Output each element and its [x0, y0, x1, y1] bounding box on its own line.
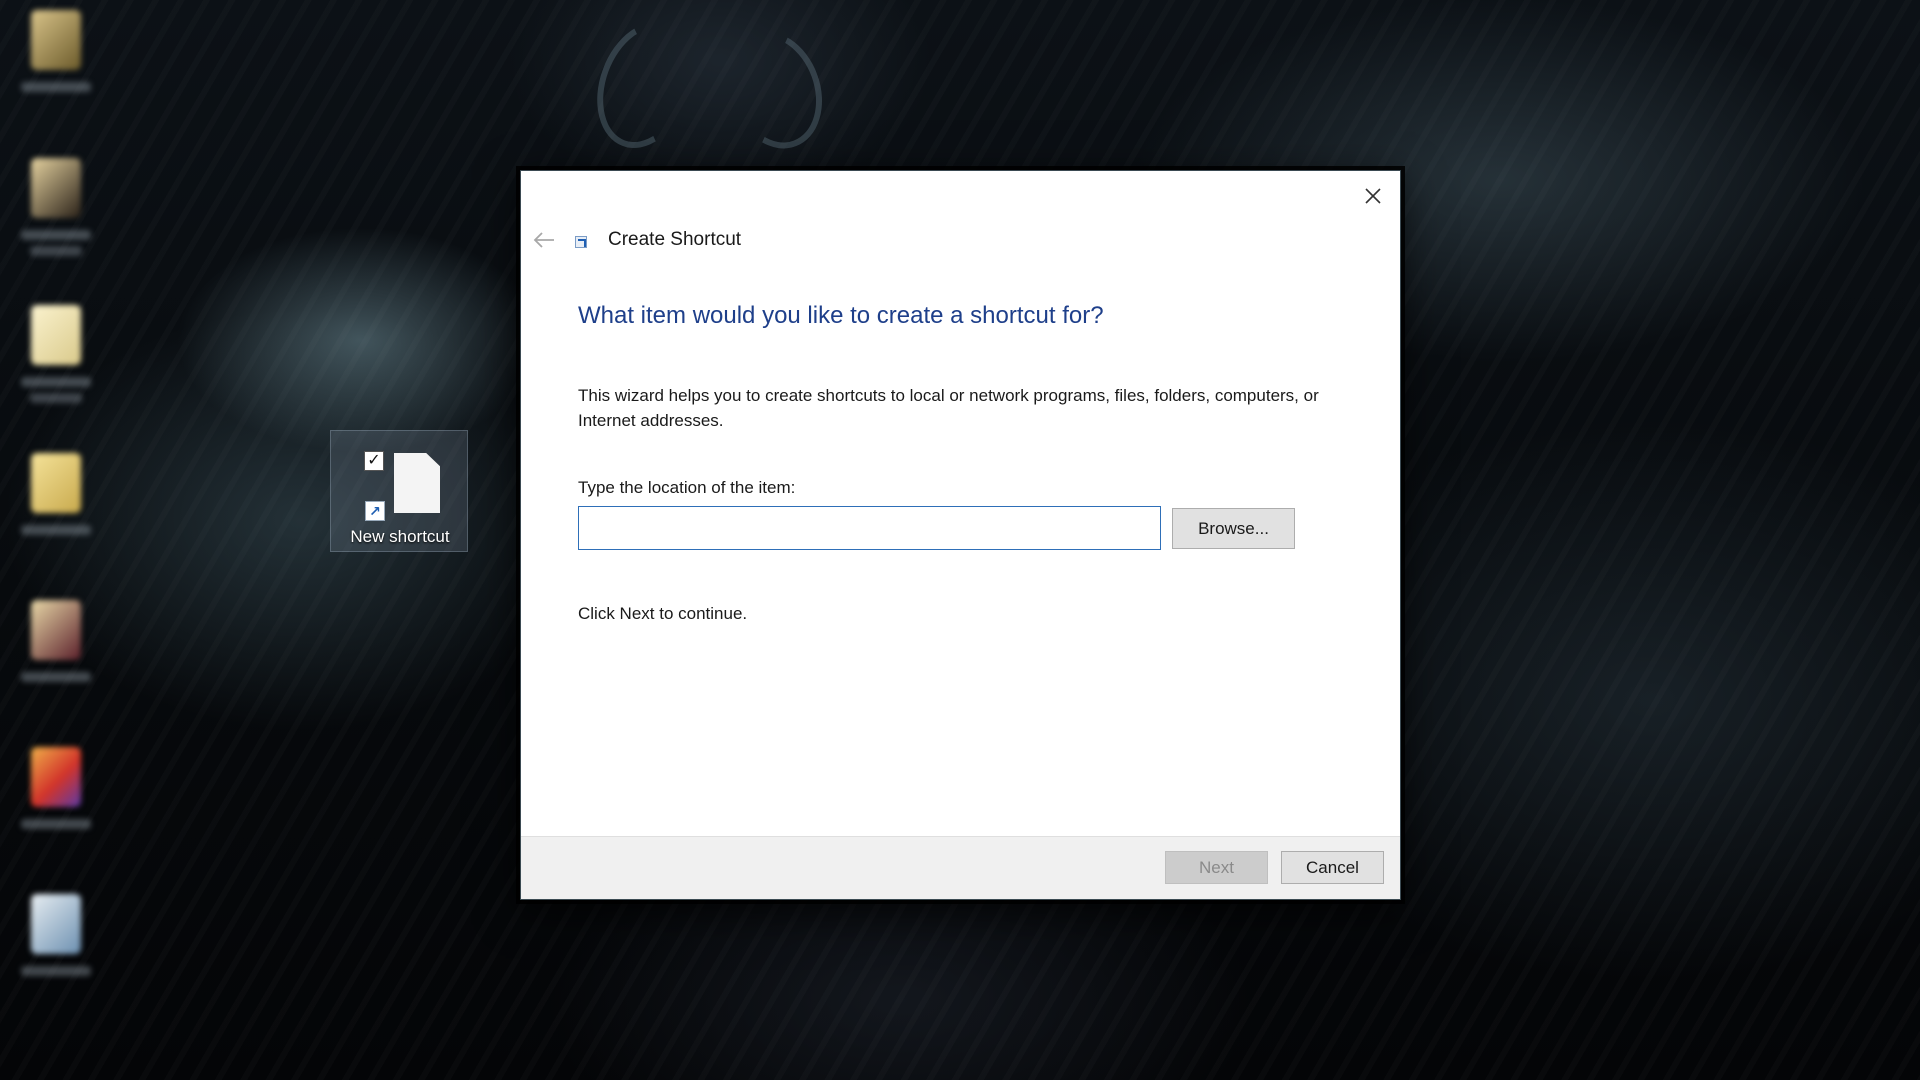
shortcut-icon	[575, 236, 587, 248]
close-button[interactable]	[1354, 179, 1392, 213]
file-icon	[31, 305, 81, 365]
recycle-bin-icon	[31, 894, 81, 954]
desktop-icon-blurred[interactable]	[10, 590, 102, 710]
icon-caption	[21, 230, 91, 240]
app-icon	[31, 600, 81, 660]
desktop-icon-new-shortcut[interactable]: ✓ ↗ New shortcut	[330, 430, 468, 552]
app-icon	[31, 747, 81, 807]
wizard-description: This wizard helps you to create shortcut…	[578, 386, 1319, 430]
cancel-button[interactable]: Cancel	[1281, 851, 1384, 884]
desktop-icon-blurred[interactable]	[10, 148, 102, 268]
shortcut-file-icon	[394, 453, 440, 513]
icon-caption	[21, 819, 91, 829]
close-icon	[1365, 188, 1381, 204]
desktop: ✓ ↗ New shortcut Create Shortcut What it…	[0, 0, 1920, 1080]
create-shortcut-dialog: Create Shortcut What item would you like…	[520, 170, 1401, 900]
next-button[interactable]: Next	[1165, 851, 1268, 884]
location-input[interactable]	[578, 506, 1161, 550]
desktop-icon-blurred[interactable]	[10, 737, 102, 857]
icon-caption	[30, 246, 82, 256]
icon-caption	[21, 672, 91, 682]
wizard-heading: What item would you like to create a sho…	[578, 302, 1104, 329]
back-arrow-icon	[533, 232, 554, 248]
app-icon	[31, 10, 81, 70]
icon-caption	[21, 525, 91, 535]
dialog-footer: Next Cancel	[521, 836, 1400, 899]
desktop-icon-blurred[interactable]	[10, 0, 102, 120]
folder-icon	[31, 453, 81, 513]
desktop-icon-recycle-bin[interactable]	[10, 884, 102, 1004]
browse-button[interactable]: Browse...	[1172, 508, 1295, 549]
app-icon	[31, 158, 81, 218]
dialog-title: Create Shortcut	[608, 229, 742, 250]
icon-caption	[21, 377, 91, 387]
continue-instruction: Click Next to continue.	[578, 604, 748, 623]
desktop-icon-label: New shortcut	[350, 527, 450, 546]
location-label: Type the location of the item:	[578, 478, 796, 497]
icon-caption	[21, 82, 91, 92]
icon-caption	[21, 966, 91, 976]
shortcut-arrow-icon: ↗	[365, 501, 385, 521]
desktop-icon-blurred[interactable]	[10, 295, 102, 415]
desktop-icon-blurred[interactable]	[10, 443, 102, 563]
selection-checkbox-icon[interactable]: ✓	[364, 451, 384, 471]
back-button[interactable]	[529, 225, 559, 255]
icon-caption	[30, 393, 82, 403]
